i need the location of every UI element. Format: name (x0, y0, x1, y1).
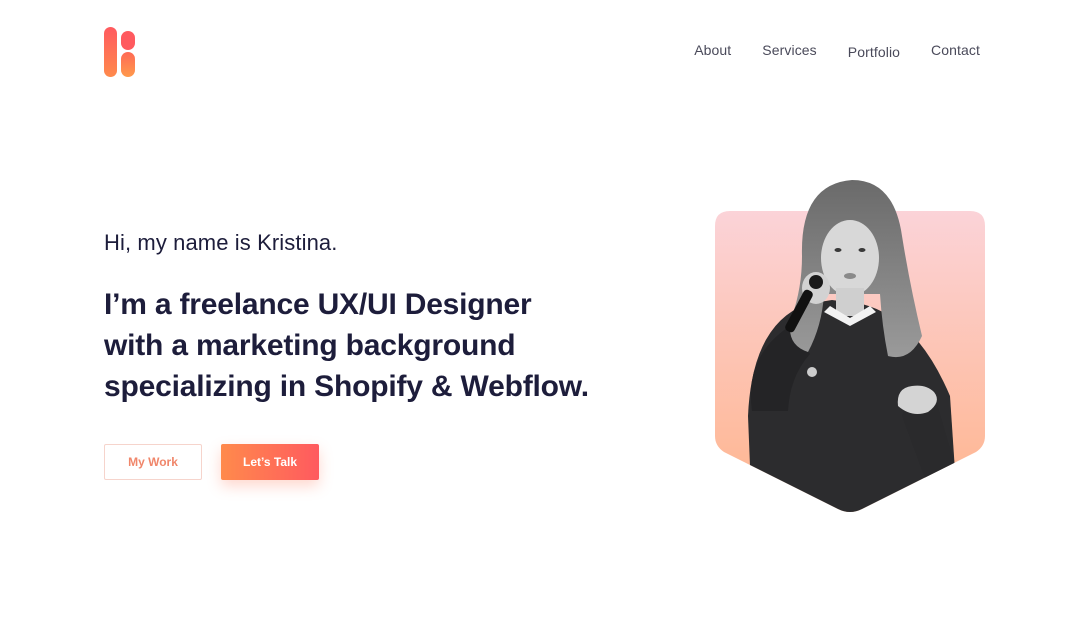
k-letter-logo-icon[interactable] (104, 27, 136, 77)
nav-item-contact[interactable]: Contact (931, 42, 980, 58)
hero-headline-line: I’m a freelance UX/UI Designer (104, 288, 532, 321)
nav-item-services[interactable]: Services (762, 42, 816, 58)
hero-headline: I’m a freelance UX/UI Designer with a ma… (104, 284, 624, 407)
main-nav: About Services Portfolio Contact (694, 42, 980, 60)
hero-headline-line: with a marketing background (104, 329, 516, 362)
nav-item-about[interactable]: About (694, 42, 731, 58)
page: About Services Portfolio Contact Hi, my … (0, 0, 1080, 644)
portrait-photo (712, 176, 988, 516)
hero-headline-line: specializing in Shopify & Webflow. (104, 370, 589, 403)
lets-talk-button[interactable]: Let’s Talk (221, 444, 319, 480)
hero-greeting: Hi, my name is Kristina. (104, 230, 338, 255)
nav-item-portfolio[interactable]: Portfolio (848, 44, 900, 60)
my-work-button[interactable]: My Work (104, 444, 202, 480)
